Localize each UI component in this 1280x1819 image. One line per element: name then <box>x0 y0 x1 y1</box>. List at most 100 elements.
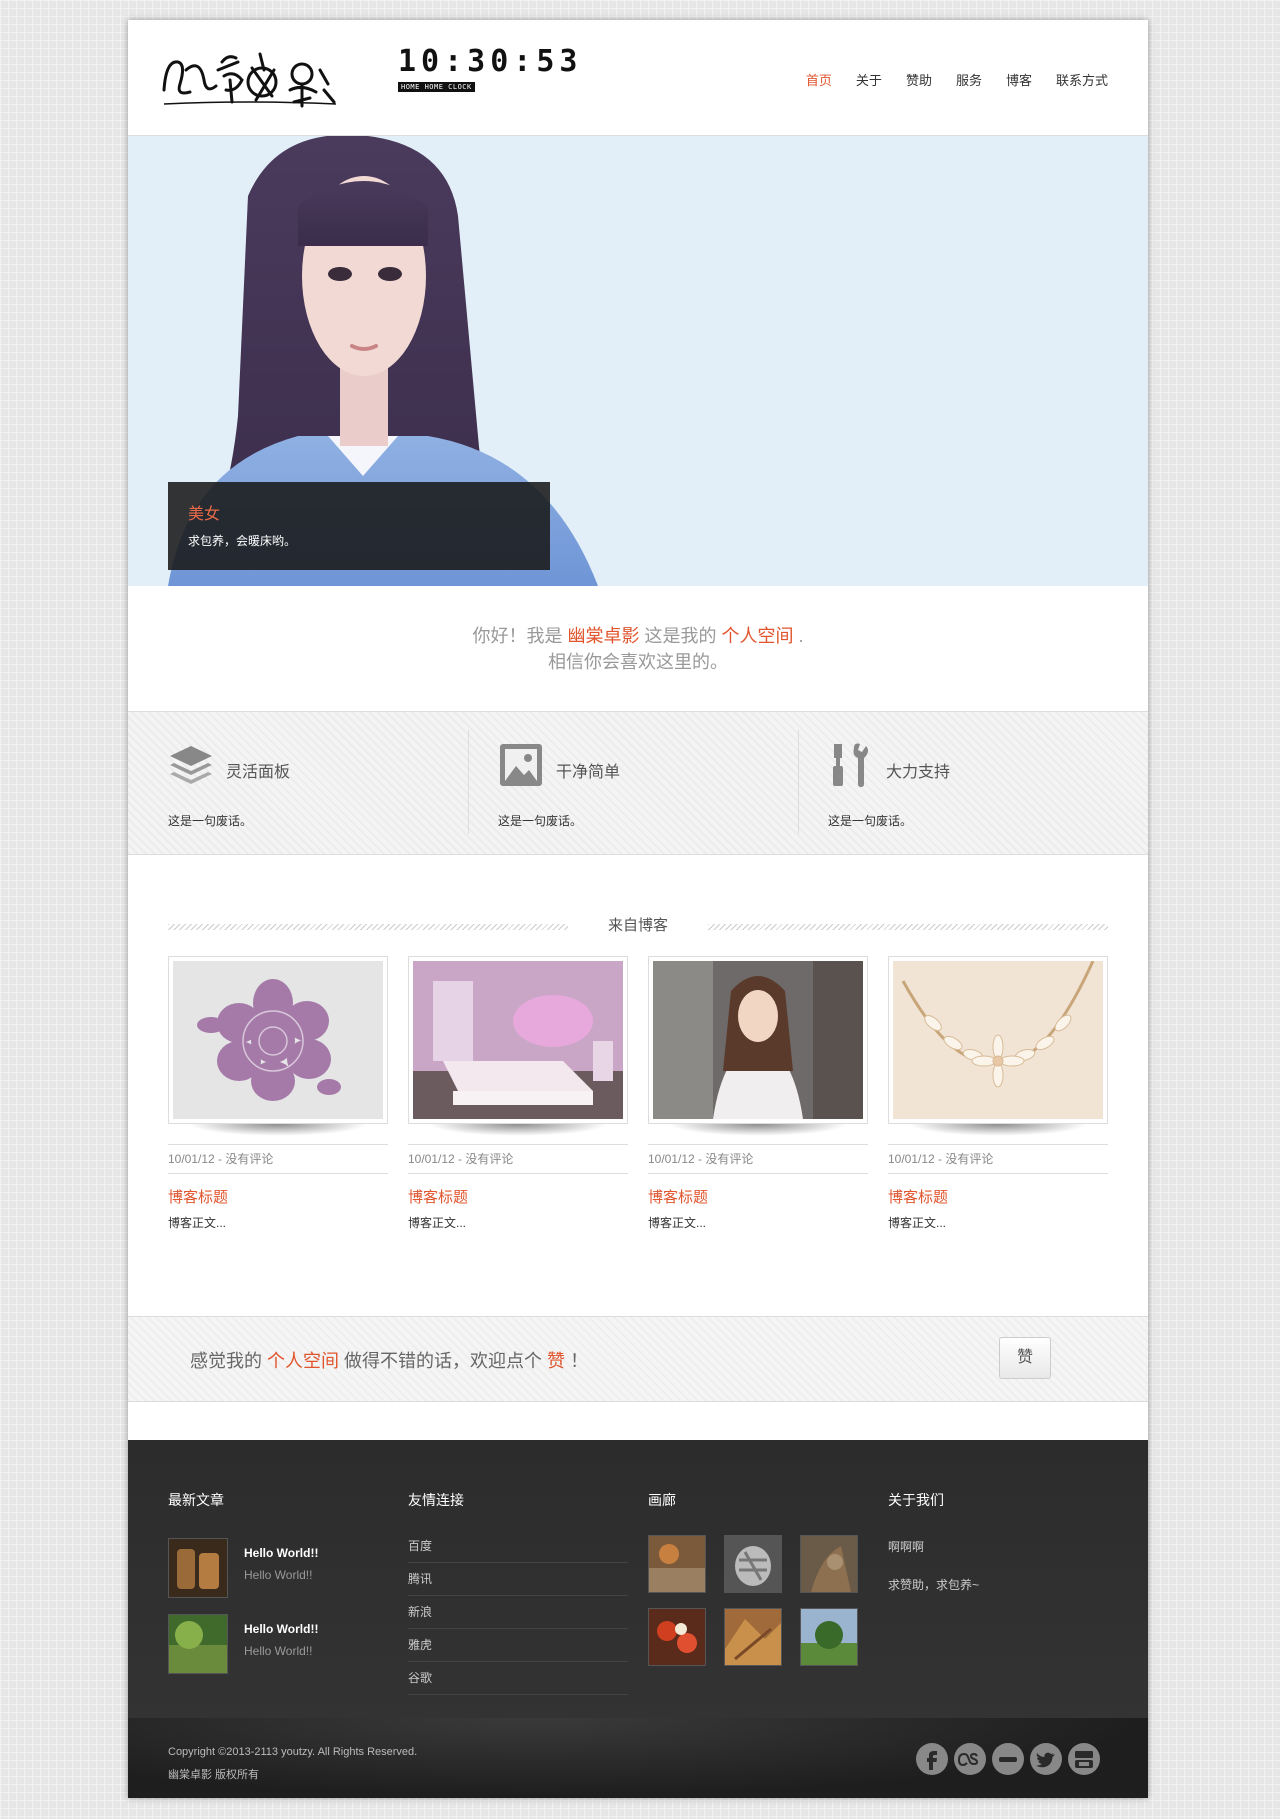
features-section: 灵活面板 这是一句废话。 干净简单 这是一句废话。 大力支持 这是一句废话。 <box>128 712 1148 855</box>
cta-like: 赞 <box>547 1351 566 1371</box>
blog-excerpt: 博客正文... <box>408 1216 467 1230</box>
cta-text-part: 感觉我的 <box>190 1351 262 1371</box>
feature-text: 这是一句废话。 <box>168 814 253 828</box>
footer-links: 友情连接 百度 腾讯 新浪 雅虎 谷歌 <box>408 1440 628 1718</box>
like-button[interactable]: 赞 <box>999 1337 1051 1379</box>
blog-excerpt: 博客正文... <box>648 1216 707 1230</box>
footer-heading: 关于我们 <box>888 1492 944 1508</box>
blog-card: 10/01/12 - 没有评论 博客标题 博客正文... <box>888 956 1108 1296</box>
tools-icon <box>833 743 868 787</box>
blog-thumbnail[interactable] <box>648 956 868 1124</box>
minus-icon[interactable] <box>992 1743 1024 1775</box>
gallery-thumb[interactable] <box>724 1535 782 1593</box>
bedroom-image <box>413 961 623 1119</box>
recent-post-title[interactable]: Hello World!! <box>244 1622 318 1636</box>
copyright-text: Copyright ©2013-2113 youtzy. All Rights … <box>168 1746 418 1758</box>
image-icon <box>500 744 542 786</box>
blog-title-link[interactable]: 博客标题 <box>888 1186 948 1207</box>
intro-line-2: 相信你会喜欢这里的。 <box>548 652 728 672</box>
friend-link[interactable]: 谷歌 <box>408 1662 628 1695</box>
recent-post-title[interactable]: Hello World!! <box>244 1546 318 1560</box>
blog-excerpt: 博客正文... <box>168 1216 227 1230</box>
divider <box>798 730 799 834</box>
intro-space: 个人空间 <box>721 626 794 646</box>
thumb-shadow <box>428 1124 608 1136</box>
facebook-icon[interactable] <box>916 1743 948 1775</box>
feature-title: 大力支持 <box>886 764 951 781</box>
portrait-image <box>653 961 863 1119</box>
intro-text: . <box>798 626 804 646</box>
intro-line-1: 你好！我是 幽棠卓影 这是我的 个人空间 . <box>128 622 1148 648</box>
blog-title-link[interactable]: 博客标题 <box>168 1186 228 1207</box>
friend-link[interactable]: 新浪 <box>408 1596 628 1629</box>
cta-space: 个人空间 <box>267 1351 340 1371</box>
footer-heading: 画廊 <box>648 1492 676 1508</box>
feature-text: 这是一句废话。 <box>498 814 583 828</box>
gallery-thumb[interactable] <box>648 1535 706 1593</box>
recent-thumb[interactable] <box>168 1614 228 1674</box>
blog-thumbnail[interactable] <box>168 956 388 1124</box>
lastfm-icon[interactable] <box>954 1743 986 1775</box>
intro-text: 这是我的 <box>644 626 717 646</box>
footer-heading: 友情连接 <box>408 1492 464 1508</box>
about-text: 求赞助，求包养~ <box>888 1578 980 1592</box>
feature-title: 灵活面板 <box>226 764 291 781</box>
nav-home[interactable]: 首页 <box>794 70 844 89</box>
footer-recent-posts: 最新文章 Hello World!! Hello World!! Hello W… <box>168 1440 388 1718</box>
site-footer: 最新文章 Hello World!! Hello World!! Hello W… <box>128 1440 1148 1718</box>
caption-text: 求包养，会暖床哟。 <box>188 534 297 548</box>
twitter-icon[interactable] <box>1030 1743 1062 1775</box>
footer-bottom-bar: Copyright ©2013-2113 youtzy. All Rights … <box>128 1718 1148 1798</box>
feature-text: 这是一句废话。 <box>828 814 913 828</box>
friend-link[interactable]: 腾讯 <box>408 1563 628 1596</box>
feature-support: 大力支持 这是一句废话。 <box>828 730 1118 834</box>
blog-thumbnail[interactable] <box>888 956 1108 1124</box>
youtube-icon[interactable] <box>1068 1743 1100 1775</box>
gallery-thumb[interactable] <box>800 1608 858 1666</box>
blog-card: 10/01/12 - 没有评论 博客标题 博客正文... <box>168 956 388 1296</box>
blog-meta: 10/01/12 - 没有评论 <box>888 1144 1108 1174</box>
blog-card: 10/01/12 - 没有评论 博客标题 博客正文... <box>648 956 868 1296</box>
flower-image <box>173 961 383 1119</box>
friend-link[interactable]: 雅虎 <box>408 1629 628 1662</box>
blog-title-link[interactable]: 博客标题 <box>648 1186 708 1207</box>
clock-time: 10:30:53 <box>398 44 583 79</box>
feature-title: 干净简单 <box>556 764 621 781</box>
nav-services[interactable]: 服务 <box>944 70 994 89</box>
gallery-thumb[interactable] <box>800 1535 858 1593</box>
thumb-shadow <box>188 1124 368 1136</box>
rights-text: 幽棠卓影 版权所有 <box>168 1769 260 1781</box>
blog-title-link[interactable]: 博客标题 <box>408 1186 468 1207</box>
layers-icon <box>170 746 212 784</box>
footer-gallery: 画廊 <box>648 1440 868 1718</box>
gallery-thumb[interactable] <box>648 1608 706 1666</box>
footer-about: 关于我们 啊啊啊 求赞助，求包养~ <box>888 1440 1108 1718</box>
gallery-thumb[interactable] <box>724 1608 782 1666</box>
decorative-stripe <box>708 924 1108 930</box>
nav-blog[interactable]: 博客 <box>994 70 1044 89</box>
site-header: 10:30:53 HOME HOME CLOCK 首页 关于 赞助 服务 博客 … <box>128 20 1148 136</box>
nav-contact[interactable]: 联系方式 <box>1044 70 1108 89</box>
friend-link[interactable]: 百度 <box>408 1530 628 1563</box>
main-nav: 首页 关于 赞助 服务 博客 联系方式 <box>794 70 1108 89</box>
blog-thumbnail[interactable] <box>408 956 628 1124</box>
blog-card: 10/01/12 - 没有评论 博客标题 博客正文... <box>408 956 628 1296</box>
clock-caption: HOME HOME CLOCK <box>398 82 475 92</box>
page-container: 10:30:53 HOME HOME CLOCK 首页 关于 赞助 服务 博客 … <box>128 20 1148 1798</box>
feature-clean: 干净简单 这是一句废话。 <box>498 730 788 834</box>
slide-caption: 美女 求包养，会暖床哟。 <box>168 482 550 570</box>
intro-name: 幽棠卓影 <box>567 626 640 646</box>
nav-about[interactable]: 关于 <box>844 70 894 89</box>
recent-post: Hello World!! Hello World!! <box>168 1614 388 1674</box>
site-logo[interactable] <box>156 40 346 110</box>
hero-slider[interactable]: 美女 求包养，会暖床哟。 <box>128 136 1148 586</box>
blog-meta: 10/01/12 - 没有评论 <box>168 1144 388 1174</box>
feature-flexible: 灵活面板 这是一句废话。 <box>168 730 458 834</box>
nav-sponsor[interactable]: 赞助 <box>894 70 944 89</box>
recent-thumb[interactable] <box>168 1538 228 1598</box>
cta-text: 感觉我的 个人空间 做得不错的话，欢迎点个 赞 ！ <box>190 1347 588 1373</box>
intro-text: 你好！我是 <box>472 626 563 646</box>
recent-post: Hello World!! Hello World!! <box>168 1538 388 1598</box>
clock-widget: 10:30:53 HOME HOME CLOCK <box>398 46 583 92</box>
cta-text-part: 做得不错的话，欢迎点个 <box>344 1351 543 1371</box>
